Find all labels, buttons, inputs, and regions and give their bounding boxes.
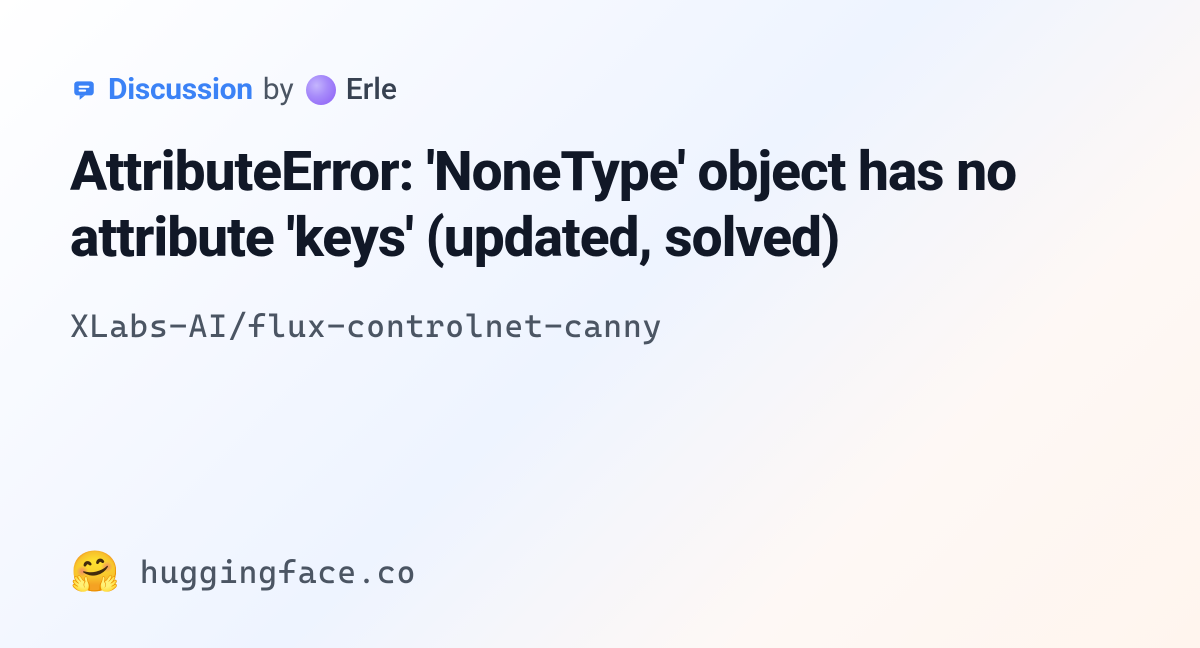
footer: 🤗 huggingface.co bbox=[70, 552, 416, 592]
discussion-label: Discussion bbox=[108, 72, 253, 107]
huggingface-icon: 🤗 bbox=[70, 552, 120, 592]
author-name: Erle bbox=[346, 72, 397, 107]
page-title: AttributeError: 'NoneType' object has no… bbox=[70, 139, 1130, 271]
repo-path: XLabs-AI/flux-controlnet-canny bbox=[70, 307, 1130, 345]
avatar bbox=[306, 75, 336, 105]
meta-row: Discussion by Erle bbox=[70, 72, 1130, 107]
discussion-icon bbox=[70, 76, 98, 104]
by-text: by bbox=[263, 72, 294, 107]
site-domain: huggingface.co bbox=[140, 553, 417, 591]
